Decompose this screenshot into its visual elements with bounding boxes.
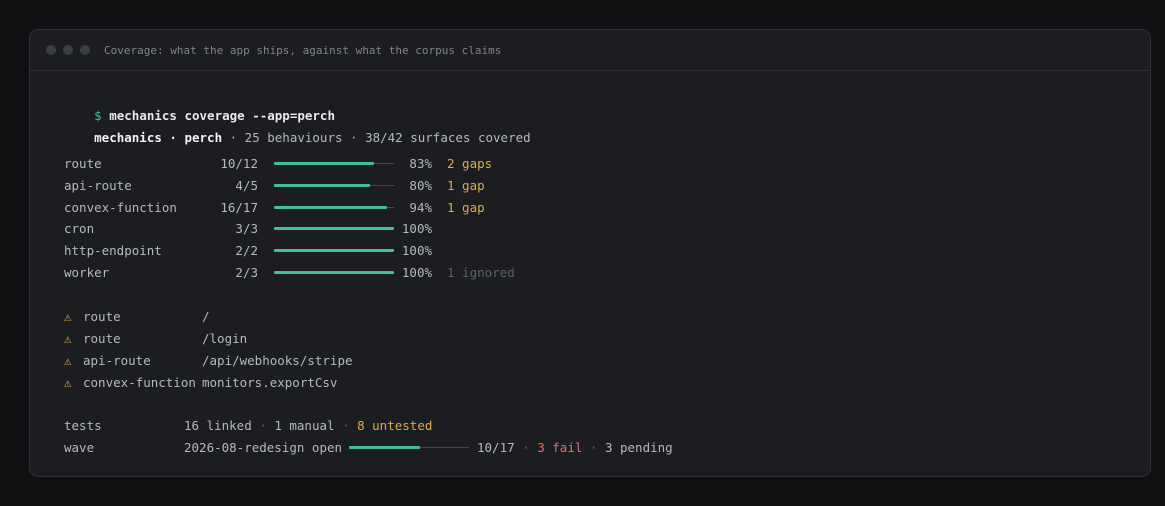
- coverage-percent: 100%: [401, 243, 432, 259]
- coverage-bar: [274, 162, 394, 165]
- coverage-row: http-endpoint 2/2 100%: [64, 242, 964, 260]
- wave-progress-bar: [349, 446, 469, 449]
- surface-kind: convex-function: [64, 199, 177, 215]
- command-line: $ mechanics coverage --app=perch: [49, 89, 335, 123]
- tests-line: tests 16 linked · 1 manual · 8 untested: [64, 417, 1064, 435]
- coverage-row: api-route 4/5 80% 1 gap: [64, 177, 964, 195]
- gap-kind: api-route: [83, 353, 151, 368]
- wave-fail: 3 fail: [537, 440, 583, 455]
- tests-manual: 1 manual: [274, 418, 335, 433]
- wave-label: wave: [64, 440, 95, 455]
- gap-kind: route: [83, 331, 121, 346]
- app-name: mechanics · perch: [94, 130, 223, 145]
- wave-pending: 3 pending: [604, 440, 673, 455]
- gap-path: monitors.exportCsv: [202, 375, 338, 390]
- coverage-percent: 100%: [401, 221, 432, 237]
- surface-count: 3/3: [235, 221, 258, 237]
- surface-count: 16/17: [220, 199, 258, 215]
- maximize-dot-icon[interactable]: [80, 45, 90, 55]
- coverage-percent: 94%: [409, 199, 432, 215]
- window-controls: [46, 45, 90, 55]
- coverage-row: worker 2/3 100% 1 ignored: [64, 264, 964, 282]
- gap-kind: route: [83, 309, 121, 324]
- minimize-dot-icon[interactable]: [63, 45, 73, 55]
- warning-icon: ⚠: [64, 375, 72, 390]
- surface-kind: route: [64, 156, 102, 171]
- coverage-note: 2 gaps: [447, 156, 493, 171]
- warning-icon: ⚠: [64, 353, 72, 368]
- coverage-bar-fill: [274, 183, 370, 187]
- wave-progress-fill: [349, 446, 420, 449]
- coverage-percent: 83%: [409, 156, 432, 171]
- coverage-bar-fill: [274, 271, 394, 274]
- tests-label: tests: [64, 418, 102, 433]
- coverage-note: 1 gap: [447, 177, 485, 193]
- gap-item[interactable]: ⚠ convex-function monitors.exportCsv: [64, 374, 764, 392]
- coverage-note: 1 ignored: [447, 265, 515, 280]
- tests-summary: 16 linked · 1 manual · 8 untested: [184, 418, 433, 433]
- gap-item[interactable]: ⚠ route /: [64, 308, 764, 326]
- title-bar: Coverage: what the app ships, against wh…: [30, 30, 1150, 71]
- wave-line: wave 2026-08-redesign open 10/17 · 3 fai…: [64, 439, 1064, 457]
- gap-path: /api/webhooks/stripe: [202, 353, 353, 368]
- coverage-row: convex-function 16/17 94% 1 gap: [64, 199, 964, 217]
- close-dot-icon[interactable]: [46, 45, 56, 55]
- warning-icon: ⚠: [64, 309, 72, 324]
- gap-item[interactable]: ⚠ api-route/api/webhooks/stripe: [64, 352, 764, 370]
- wave-count: 10/17: [477, 440, 515, 455]
- surface-count: 4/5: [235, 177, 258, 193]
- wave-status: 10/17 · 3 fail · 3 pending: [477, 440, 673, 455]
- gap-path: /: [202, 309, 210, 324]
- tests-untested: 8 untested: [357, 418, 433, 433]
- coverage-bar-fill: [274, 205, 387, 209]
- window-title: Coverage: what the app ships, against wh…: [104, 43, 502, 57]
- coverage-bar: [274, 271, 394, 274]
- coverage-bar-fill: [274, 227, 394, 231]
- tests-linked: 16 linked: [184, 418, 252, 433]
- wave-name: 2026-08-redesign open: [184, 440, 343, 455]
- summary-stats: · 25 behaviours · 38/42 surfaces covered: [222, 130, 531, 145]
- surface-kind: http-endpoint: [64, 243, 162, 259]
- coverage-bar-fill: [274, 162, 374, 165]
- coverage-percent: 80%: [409, 177, 432, 193]
- coverage-row: route 10/12 83% 2 gaps: [64, 155, 964, 173]
- coverage-row: cron 3/3 100%: [64, 220, 964, 238]
- coverage-note: 1 gap: [447, 199, 485, 215]
- gap-item[interactable]: ⚠ route/login: [64, 330, 764, 348]
- surface-count: 2/2: [235, 243, 258, 259]
- summary-line: mechanics · perch · 25 behaviours · 38/4…: [49, 111, 531, 145]
- gap-kind: convex-function: [83, 375, 196, 390]
- surface-kind: cron: [64, 221, 95, 237]
- coverage-percent: 100%: [401, 265, 432, 280]
- coverage-bar: [274, 205, 394, 209]
- warning-icon: ⚠: [64, 331, 72, 346]
- terminal-window: Coverage: what the app ships, against wh…: [29, 29, 1151, 477]
- surface-count: 10/12: [220, 156, 258, 171]
- coverage-bar-fill: [274, 249, 394, 253]
- coverage-bar: [274, 183, 394, 187]
- surface-kind: api-route: [64, 177, 132, 193]
- coverage-bar: [274, 249, 394, 253]
- gap-path: /login: [202, 331, 248, 346]
- coverage-bar: [274, 227, 394, 231]
- surface-count: 2/3: [235, 265, 258, 280]
- surface-kind: worker: [64, 265, 110, 280]
